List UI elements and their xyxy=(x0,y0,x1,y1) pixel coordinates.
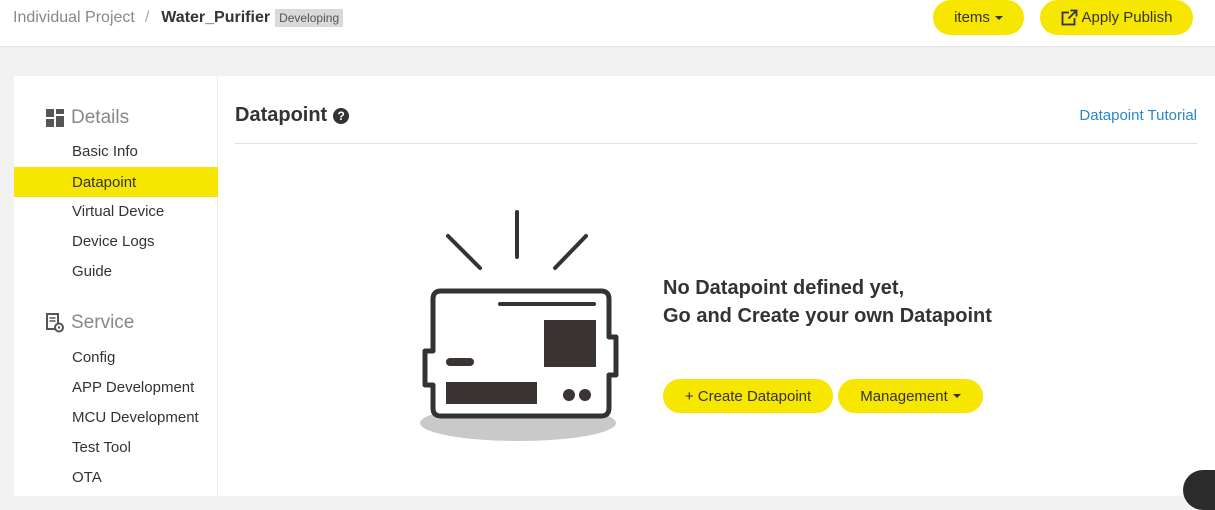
sidebar-item-ota[interactable]: OTA xyxy=(14,462,218,492)
sidebar-item-label: Guide xyxy=(72,262,113,280)
management-label: Management xyxy=(860,387,948,405)
question-circle-icon[interactable]: ? xyxy=(333,107,350,124)
top-bar: Individual Project / Water_Purifier Deve… xyxy=(0,0,1215,47)
grid-icon xyxy=(46,109,64,127)
sidebar-item-label: Virtual Device xyxy=(72,202,165,220)
empty-message-line-2: Go and Create your own Datapoint xyxy=(663,305,992,327)
sidebar-section-details: Details xyxy=(46,107,129,129)
chat-widget-button[interactable] xyxy=(1183,470,1215,510)
sidebar-item-label: Device Logs xyxy=(72,232,155,250)
sidebar-item-config[interactable]: Config xyxy=(14,342,218,372)
sidebar-item-label: MCU Development xyxy=(72,408,199,426)
breadcrumb-separator: / xyxy=(144,9,150,26)
sidebar-item-mcu-development[interactable]: MCU Development xyxy=(14,402,218,432)
create-datapoint-button[interactable]: + Create Datapoint xyxy=(663,379,833,413)
items-label: items xyxy=(954,9,990,26)
items-dropdown-button[interactable]: items xyxy=(933,0,1024,35)
caret-down-icon xyxy=(952,394,961,398)
status-badge: Developing xyxy=(275,9,344,27)
create-datapoint-label: + Create Datapoint xyxy=(684,387,812,405)
datapoint-tutorial-link[interactable]: Datapoint Tutorial xyxy=(1079,107,1197,124)
apply-publish-label: Apply Publish xyxy=(1081,9,1173,26)
apply-publish-button[interactable]: Apply Publish xyxy=(1040,0,1193,35)
sidebar-item-app-development[interactable]: APP Development xyxy=(14,372,218,402)
project-name: Water_Purifier xyxy=(161,9,271,26)
sidebar-section-title: Details xyxy=(71,107,130,128)
breadcrumb: Individual Project / Water_Purifier Deve… xyxy=(13,0,344,36)
caret-down-icon xyxy=(994,15,1003,20)
page-title-text: Datapoint xyxy=(235,104,328,126)
sidebar-item-virtual-device[interactable]: Virtual Device xyxy=(14,196,218,226)
sidebar-item-label: Datapoint xyxy=(72,173,137,191)
sidebar-section-title: Service xyxy=(71,312,135,333)
sidebar-item-basic-info[interactable]: Basic Info xyxy=(14,136,218,166)
sidebar-item-device-logs[interactable]: Device Logs xyxy=(14,226,218,256)
page-title: Datapoint ? xyxy=(235,104,350,127)
content-area: Datapoint ? Datapoint Tutorial No Datapo… xyxy=(235,76,1197,496)
breadcrumb-root[interactable]: Individual Project xyxy=(13,9,135,27)
external-link-icon xyxy=(1061,9,1078,26)
sidebar-item-label: Config xyxy=(72,348,116,366)
empty-message-line-1: No Datapoint defined yet, xyxy=(663,277,905,299)
sidebar-item-datapoint[interactable]: Datapoint xyxy=(14,167,218,197)
management-dropdown-button[interactable]: Management xyxy=(838,379,983,413)
sidebar-item-label: Test Tool xyxy=(72,438,131,456)
sidebar: Details Basic Info Datapoint Virtual Dev… xyxy=(14,76,218,496)
sidebar-section-service: Service xyxy=(46,312,134,334)
sidebar-item-guide[interactable]: Guide xyxy=(14,256,218,286)
sidebar-item-label: APP Development xyxy=(72,378,195,396)
divider xyxy=(235,143,1197,144)
sidebar-item-test-tool[interactable]: Test Tool xyxy=(14,432,218,462)
main-panel: Details Basic Info Datapoint Virtual Dev… xyxy=(14,76,1215,496)
service-gear-icon xyxy=(46,313,64,333)
sidebar-item-label: Basic Info xyxy=(72,142,138,160)
empty-state-message: No Datapoint defined yet, Go and Create … xyxy=(663,274,992,330)
sidebar-item-label: OTA xyxy=(72,468,102,486)
empty-device-illustration xyxy=(419,207,622,450)
